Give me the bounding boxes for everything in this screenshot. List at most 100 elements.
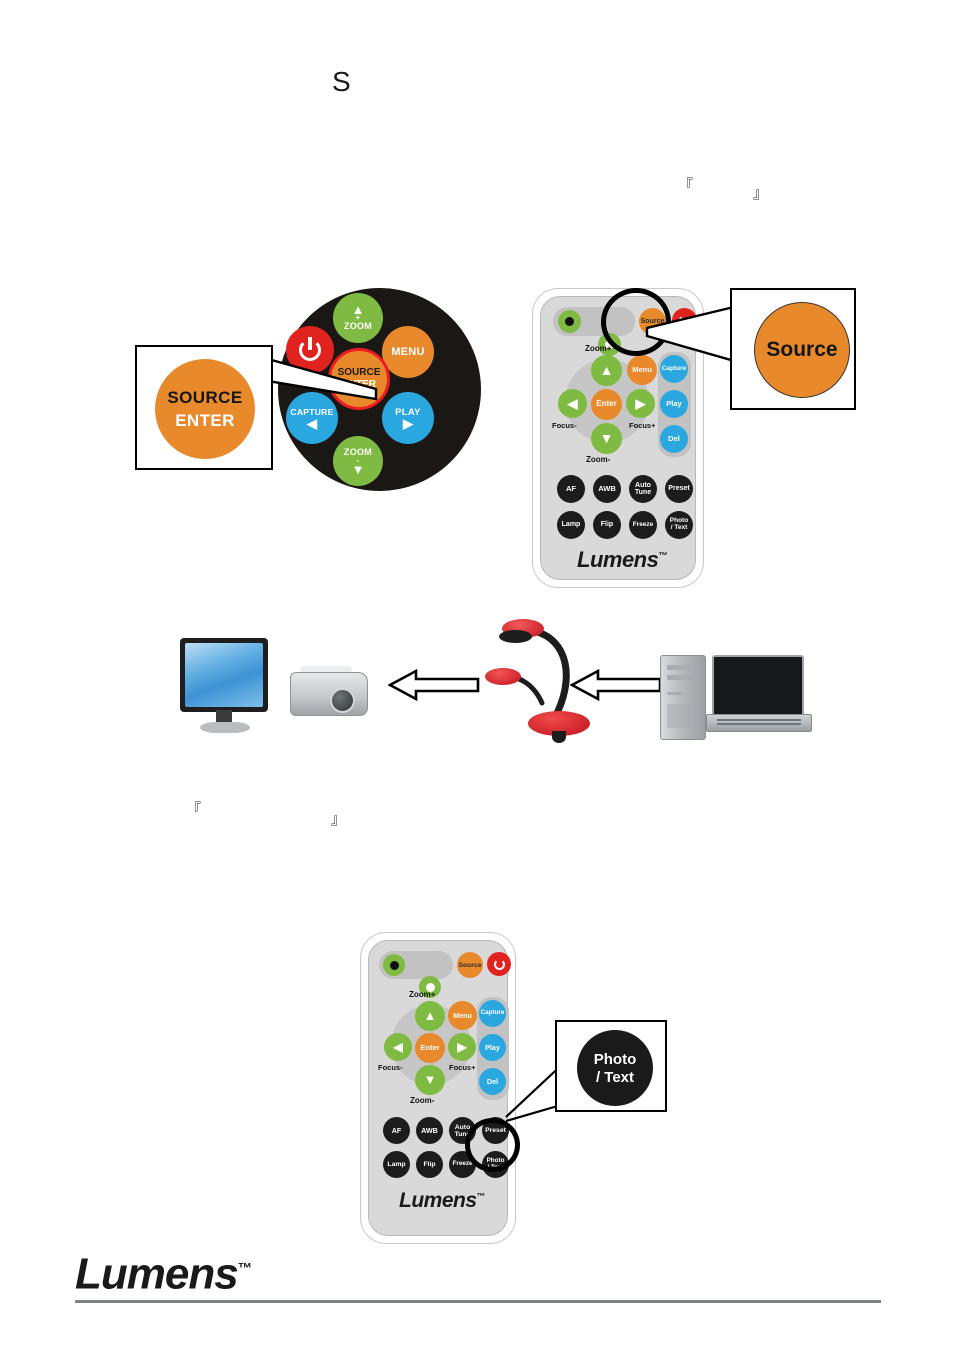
remote-lamp-button-bottom[interactable]: Lamp: [383, 1151, 410, 1178]
pc-tower-device: [660, 655, 706, 740]
callout-photo-line2: / Text: [595, 1068, 635, 1086]
callout-source-text: Source: [766, 338, 838, 361]
remote-lamp-label-bottom: Lamp: [387, 1161, 406, 1168]
bracket-close-mid: 』: [331, 810, 347, 828]
dpad-left-button-top[interactable]: ◀: [558, 389, 587, 418]
remote-freeze-label-top: Freeze: [632, 520, 654, 528]
remote-preset-label-top: Preset: [668, 485, 690, 493]
remote-awb-label-top: AWB: [598, 484, 616, 494]
remote-source-button-bottom[interactable]: Source: [457, 952, 483, 978]
dpad-enter-button-bottom[interactable]: Enter: [415, 1033, 445, 1063]
camera-lamp: [485, 668, 521, 685]
dpad-up-button-bottom[interactable]: ▲: [415, 1001, 445, 1031]
pc-grille: [667, 704, 695, 728]
remote-photo-text-button-top[interactable]: Photo / Text: [665, 511, 693, 539]
remote-capture-button-bottom[interactable]: Capture: [479, 1000, 506, 1027]
callout-source-enter-circle: SOURCE ENTER: [155, 359, 255, 459]
callout-source-circle: Source: [754, 302, 850, 398]
dpad-enter-button-top[interactable]: Enter: [591, 389, 622, 420]
remote-awb-button-top[interactable]: AWB: [593, 475, 621, 503]
remote-capture-label-bottom: Capture: [480, 1009, 505, 1017]
right-arrow-icon: ▶: [635, 395, 646, 411]
laptop-base: [706, 714, 812, 732]
zoom-out-caption-bottom: Zoom-: [410, 1096, 435, 1105]
brightness-down-button-bottom[interactable]: [383, 954, 405, 976]
remote-brand-logo-bottom: Lumens™: [399, 1189, 485, 1213]
remote-del-button-top[interactable]: Del: [660, 425, 688, 453]
remote-del-label-bottom: Del: [486, 1076, 499, 1086]
stray-text-s: S: [332, 66, 351, 97]
down-arrow-icon: ▼: [423, 1072, 437, 1088]
remote-freeze-label-bottom: Freeze: [452, 1160, 473, 1168]
remote-af-label-top: AF: [566, 484, 576, 494]
projector-body: [290, 672, 368, 716]
bracket-close-top: 』: [753, 184, 769, 202]
footer-brand-logo: Lumens™: [75, 1247, 252, 1297]
remote-power-button-bottom[interactable]: [487, 952, 511, 976]
page-root: S 『 』 ▲ + ZOOM MENU SOURCE ENTER CAPTURE…: [0, 0, 954, 1354]
enter-label-top: Enter: [596, 399, 617, 409]
remote-flip-button-bottom[interactable]: Flip: [416, 1151, 443, 1178]
trademark-icon: ™: [237, 1261, 253, 1277]
pc-slot-2: [667, 675, 695, 680]
up-arrow-icon: ▲: [423, 1008, 437, 1024]
laptop-keyboard-row-1: [717, 719, 801, 721]
laptop-screen: [712, 655, 804, 719]
remote-awb-button-bottom[interactable]: AWB: [416, 1117, 443, 1144]
right-arrow-icon: ▶: [457, 1039, 467, 1054]
callout-photo-line1: Photo: [593, 1050, 637, 1068]
callout-source-line2: ENTER: [175, 410, 235, 430]
remote-freeze-button-top[interactable]: Freeze: [629, 511, 657, 539]
footer-divider: [75, 1300, 881, 1303]
remote-text-label-top: / Text: [670, 524, 688, 531]
callout-photo-text-circle: Photo / Text: [577, 1030, 653, 1106]
remote-menu-label-bottom: Menu: [453, 1010, 472, 1020]
enter-label-bottom: Enter: [420, 1043, 440, 1053]
focus-minus-caption-top: Focus-: [552, 421, 577, 430]
trademark-icon: ™: [658, 550, 668, 561]
focus-plus-caption-top: Focus+: [629, 421, 656, 430]
brightness-down-button-top[interactable]: [558, 310, 581, 333]
callout-source-enter: SOURCE ENTER: [135, 345, 273, 470]
callout-photo-text: Photo / Text: [555, 1020, 667, 1112]
panel-play-button[interactable]: PLAY ▶: [382, 392, 434, 444]
remote-lamp-button-top[interactable]: Lamp: [557, 511, 585, 539]
menu-label: MENU: [391, 345, 425, 358]
remote-preset-button-top[interactable]: Preset: [665, 475, 693, 503]
remote-flip-button-top[interactable]: Flip: [593, 511, 621, 539]
remote-brand-text-bottom: Lumens: [399, 1189, 477, 1212]
down-arrow-icon: ▼: [599, 430, 614, 447]
remote-body-bottom: Source Zoom+ ▲ ◀ Focus- Enter ▶ Focus+ ▼…: [368, 940, 511, 1236]
monitor-device: [180, 638, 272, 734]
dpad-left-button-bottom[interactable]: ◀: [384, 1033, 412, 1061]
projector-device: [290, 666, 368, 718]
panel-zoom-in-button[interactable]: ▲ + ZOOM: [333, 293, 383, 343]
bracket-open-mid: 『: [186, 800, 202, 818]
up-arrow-icon: ▲: [599, 362, 614, 379]
trademark-icon: ™: [476, 1191, 486, 1201]
flow-arrow-left-1: [388, 668, 480, 702]
dpad-up-button-top[interactable]: ▲: [591, 355, 622, 386]
panel-zoom-out-button[interactable]: ZOOM - ▼: [333, 436, 383, 486]
panel-menu-button[interactable]: MENU: [382, 326, 434, 378]
remote-auto-tune-button-top[interactable]: Auto Tune: [629, 475, 657, 503]
dpad-right-button-top[interactable]: ▶: [626, 389, 655, 418]
laptop-device: [706, 655, 812, 739]
laptop-keyboard-row-2: [717, 723, 801, 725]
right-arrow-icon: ▶: [403, 416, 413, 432]
remote-lamp-label-top: Lamp: [561, 521, 581, 529]
remote-menu-button-bottom[interactable]: Menu: [448, 1001, 477, 1030]
flow-arrow-left-2: [570, 668, 662, 702]
dpad-down-button-top[interactable]: ▼: [591, 423, 622, 454]
camera-foot: [552, 731, 566, 743]
dpad-down-button-bottom[interactable]: ▼: [415, 1065, 445, 1095]
remote-brand-text-top: Lumens: [577, 547, 659, 572]
remote-af-button-top[interactable]: AF: [557, 475, 585, 503]
focus-plus-caption-bottom: Focus+: [449, 1063, 476, 1072]
monitor-base: [200, 722, 250, 733]
zoom-in-caption-bottom: Zoom+: [409, 990, 436, 999]
remote-af-label-bottom: AF: [391, 1125, 402, 1135]
remote-play-button-top[interactable]: Play: [660, 390, 688, 418]
dpad-right-button-bottom[interactable]: ▶: [448, 1033, 476, 1061]
remote-af-button-bottom[interactable]: AF: [383, 1117, 410, 1144]
